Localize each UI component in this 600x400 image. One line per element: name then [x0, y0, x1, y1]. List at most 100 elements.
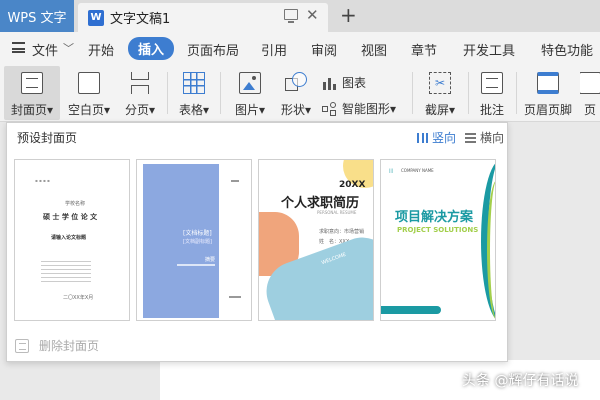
- page-break-button[interactable]: 分页▾: [118, 66, 162, 120]
- project-title: 项目解决方案: [395, 210, 474, 225]
- menu-special-features[interactable]: 特色功能: [541, 40, 593, 59]
- header-footer-icon: [537, 72, 559, 94]
- blue-doc-subtitle: [文档副标题]: [183, 239, 212, 245]
- smart-art-button[interactable]: 智能图形▾: [322, 100, 396, 117]
- menu-insert[interactable]: 插入: [128, 37, 175, 60]
- blank-page-label: 空白页▾: [67, 103, 111, 117]
- resume-title: 个人求职简历: [281, 196, 360, 211]
- ribbon-divider: [412, 72, 413, 114]
- scissors-icon: ✂: [429, 72, 451, 94]
- blue-abstract-line: [177, 264, 215, 266]
- project-subtitle: PROJECT SOLUTIONS: [397, 226, 479, 234]
- new-tab-button[interactable]: +: [340, 3, 357, 27]
- thesis-info-lines: [41, 258, 91, 282]
- menu-developer-tools[interactable]: 开发工具: [463, 40, 515, 59]
- blue-footer-mark: [229, 296, 241, 298]
- watermark-text: 头条 @辉仔有话说: [462, 373, 579, 389]
- header-footer-button[interactable]: 页眉页脚: [522, 66, 574, 120]
- delete-cover-label: 删除封面页: [39, 339, 100, 353]
- hamburger-icon[interactable]: [12, 42, 25, 53]
- smart-art-label: 智能图形▾: [342, 102, 397, 116]
- page-number-label: 页: [583, 103, 596, 117]
- thesis-date: 二〇XX年X月: [63, 295, 94, 301]
- menu-home[interactable]: 开始: [88, 40, 114, 59]
- chart-icon: [322, 76, 336, 90]
- cover-template-thesis[interactable]: ▪ ▪ ▪ ▪ 学校名称 硕 士 学 位 论 文 请输入论文标题 二〇XX年X月: [14, 159, 130, 321]
- blue-abstract: 摘要: [205, 257, 216, 263]
- cover-page-label: 封面页▾: [10, 103, 54, 117]
- ribbon-divider: [220, 72, 221, 114]
- menu-review[interactable]: 审阅: [311, 40, 337, 59]
- project-company: COMPANY NAME: [401, 168, 434, 173]
- comment-button[interactable]: 批注: [472, 66, 512, 120]
- resume-subtitle: PERSONAL RESUME: [317, 210, 357, 215]
- blank-page-button[interactable]: 空白页▾: [64, 66, 114, 120]
- cover-template-blue[interactable]: [文档标题] [文档副标题] 摘要: [136, 159, 252, 321]
- blue-date-mark: [231, 180, 239, 182]
- thesis-school: 学校名称: [65, 201, 86, 207]
- smart-art-icon: [322, 101, 336, 116]
- resume-year: 20XX: [339, 180, 366, 190]
- thesis-header-lines: ▪ ▪ ▪ ▪: [35, 178, 50, 183]
- thesis-subtitle: 请输入论文标题: [51, 235, 87, 241]
- table-button[interactable]: 表格▾: [172, 66, 216, 120]
- screenshot-button[interactable]: ✂ 截屏▾: [418, 66, 462, 120]
- cover-template-project[interactable]: ||| COMPANY NAME 项目解决方案 PROJECT SOLUTION…: [380, 159, 496, 321]
- document-tab-title: 文字文稿1: [110, 12, 171, 27]
- wps-writer-icon: W: [88, 9, 104, 26]
- panel-title: 预设封面页: [17, 131, 78, 145]
- resume-line-intention: 求职意向：市场营销: [319, 229, 365, 235]
- close-tab-icon[interactable]: ✕: [306, 6, 319, 24]
- cover-page-panel: 预设封面页 竖向 横向 ▪ ▪ ▪ ▪ 学校名称 硕 士 学 位 论 文 请输入…: [6, 122, 508, 362]
- thesis-title: 硕 士 学 位 论 文: [43, 213, 98, 221]
- menu-references[interactable]: 引用: [261, 40, 287, 59]
- blue-doc-title: [文档标题]: [183, 230, 212, 237]
- table-label: 表格▾: [178, 103, 210, 117]
- picture-label: 图片▾: [234, 103, 266, 117]
- shape-button[interactable]: 形状▾: [274, 66, 318, 120]
- delete-cover-button[interactable]: 删除封面页: [15, 337, 99, 354]
- ribbon-divider: [167, 72, 168, 114]
- table-icon: [183, 72, 205, 94]
- blank-page-icon: [78, 72, 100, 94]
- orientation-vertical-button[interactable]: 竖向: [417, 129, 456, 146]
- page-number-icon: [580, 72, 600, 94]
- picture-icon: [239, 72, 261, 94]
- horizontal-orientation-icon: [465, 132, 476, 143]
- ribbon-toolbar: 封面页▾ 空白页▾ 分页▾ 表格▾ 图片▾ 形状▾ 图表 智能图形▾ ✂ 截屏▾…: [0, 64, 600, 122]
- page-break-icon: [129, 72, 151, 94]
- title-bar: WPS 文字 W 文字文稿1 ✕ +: [0, 0, 600, 32]
- chevron-down-icon[interactable]: ﹀: [63, 40, 74, 56]
- menu-page-layout[interactable]: 页面布局: [187, 40, 239, 59]
- menu-view[interactable]: 视图: [361, 40, 387, 59]
- chart-label: 图表: [342, 76, 367, 90]
- page-break-label: 分页▾: [124, 103, 156, 117]
- project-teal-bar: [381, 306, 441, 314]
- app-tab[interactable]: WPS 文字: [0, 0, 74, 32]
- menu-file[interactable]: 文件: [32, 40, 58, 59]
- ribbon-divider: [516, 72, 517, 114]
- page-number-button[interactable]: 页: [580, 66, 600, 120]
- comment-label: 批注: [479, 103, 504, 117]
- monitor-icon[interactable]: [284, 9, 298, 23]
- cover-page-icon: [21, 72, 43, 94]
- orientation-horizontal-button[interactable]: 横向: [465, 129, 504, 146]
- cover-template-resume[interactable]: 20XX 个人求职简历 PERSONAL RESUME 求职意向：市场营销 姓 …: [258, 159, 374, 321]
- screenshot-label: 截屏▾: [424, 103, 456, 117]
- orientation-vertical-label: 竖向: [432, 131, 457, 145]
- header-footer-label: 页眉页脚: [523, 103, 572, 117]
- document-tab[interactable]: W 文字文稿1 ✕: [78, 3, 328, 32]
- shape-icon: [285, 72, 307, 94]
- comment-icon: [481, 72, 503, 94]
- menu-bar: 文件 ﹀ 开始 插入 页面布局 引用 审阅 视图 章节 开发工具 特色功能: [0, 32, 600, 64]
- vertical-orientation-icon: [417, 132, 428, 143]
- orientation-horizontal-label: 横向: [480, 131, 505, 145]
- ribbon-divider: [468, 72, 469, 114]
- shape-label: 形状▾: [280, 103, 312, 117]
- menu-chapter[interactable]: 章节: [411, 40, 437, 59]
- picture-button[interactable]: 图片▾: [228, 66, 272, 120]
- cover-page-button[interactable]: 封面页▾: [4, 66, 60, 120]
- project-logo-bars: |||: [389, 168, 394, 173]
- chart-button[interactable]: 图表: [322, 74, 366, 91]
- delete-cover-icon: [15, 338, 29, 353]
